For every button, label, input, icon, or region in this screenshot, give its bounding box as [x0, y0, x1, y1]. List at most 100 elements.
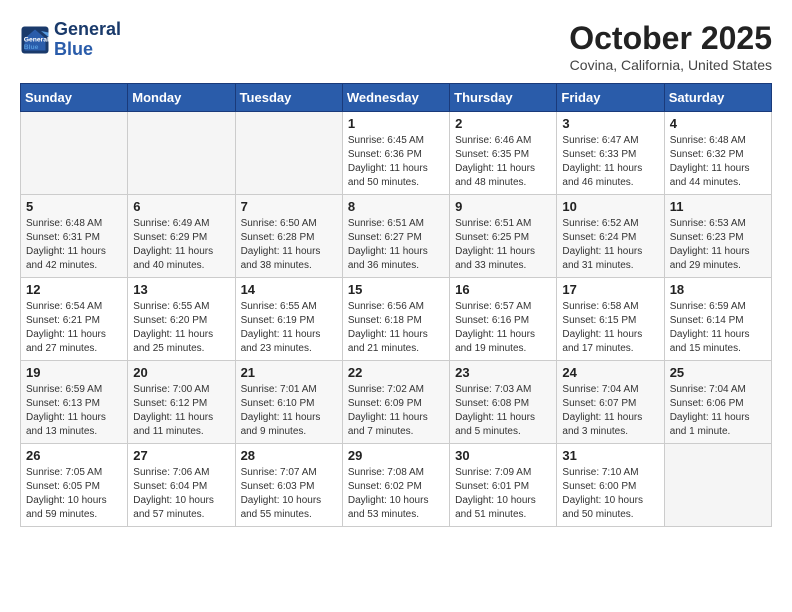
- day-info: Sunrise: 6:57 AM Sunset: 6:16 PM Dayligh…: [455, 300, 551, 356]
- calendar-cell: [128, 112, 235, 195]
- day-header-saturday: Saturday: [664, 84, 771, 112]
- day-info: Sunrise: 6:55 AM Sunset: 6:20 PM Dayligh…: [133, 300, 229, 356]
- calendar-cell: 8Sunrise: 6:51 AM Sunset: 6:27 PM Daylig…: [342, 195, 449, 278]
- day-number: 11: [670, 199, 766, 214]
- day-number: 23: [455, 365, 551, 380]
- calendar-cell: 14Sunrise: 6:55 AM Sunset: 6:19 PM Dayli…: [235, 278, 342, 361]
- day-info: Sunrise: 6:48 AM Sunset: 6:31 PM Dayligh…: [26, 217, 122, 273]
- title-block: October 2025 Covina, California, United …: [569, 20, 772, 73]
- day-info: Sunrise: 7:09 AM Sunset: 6:01 PM Dayligh…: [455, 466, 551, 522]
- day-header-sunday: Sunday: [21, 84, 128, 112]
- calendar-cell: 26 Sunrise: 7:05 AM Sunset: 6:05 PM Dayli…: [21, 444, 128, 527]
- logo-line1: General: [54, 20, 121, 40]
- week-row-1: 5 Sunrise: 6:48 AM Sunset: 6:31 PM Daylig…: [21, 195, 772, 278]
- page: General Blue General Blue October 2025 C…: [0, 0, 792, 612]
- day-header-monday: Monday: [128, 84, 235, 112]
- day-info: Sunrise: 6:48 AM Sunset: 6:32 PM Dayligh…: [670, 134, 766, 190]
- day-number: 12: [26, 282, 122, 297]
- day-number: 4: [670, 116, 766, 131]
- calendar-cell: 12Sunrise: 6:54 AM Sunset: 6:21 PM Dayli…: [21, 278, 128, 361]
- day-info: Sunrise: 7:02 AM Sunset: 6:09 PM Dayligh…: [348, 383, 444, 439]
- calendar-cell: 5 Sunrise: 6:48 AM Sunset: 6:31 PM Daylig…: [21, 195, 128, 278]
- day-info: Sunrise: 6:51 AM Sunset: 6:25 PM Dayligh…: [455, 217, 551, 273]
- day-number: 2: [455, 116, 551, 131]
- day-info: Sunrise: 7:04 AM Sunset: 6:07 PM Dayligh…: [562, 383, 658, 439]
- calendar-cell: 25 Sunrise: 7:04 AM Sunset: 6:06 PM Dayli…: [664, 361, 771, 444]
- calendar-cell: 24 Sunrise: 7:04 AM Sunset: 6:07 PM Dayli…: [557, 361, 664, 444]
- day-number: 3: [562, 116, 658, 131]
- day-info: Sunrise: 7:03 AM Sunset: 6:08 PM Dayligh…: [455, 383, 551, 439]
- day-info: Sunrise: 6:49 AM Sunset: 6:29 PM Dayligh…: [133, 217, 229, 273]
- calendar-cell: 1 Sunrise: 6:45 AM Sunset: 6:36 PM Daylig…: [342, 112, 449, 195]
- day-header-tuesday: Tuesday: [235, 84, 342, 112]
- day-number: 20: [133, 365, 229, 380]
- calendar-cell: 29Sunrise: 7:08 AM Sunset: 6:02 PM Dayli…: [342, 444, 449, 527]
- calendar-cell: 23 Sunrise: 7:03 AM Sunset: 6:08 PM Dayli…: [450, 361, 557, 444]
- day-number: 27: [133, 448, 229, 463]
- day-header-friday: Friday: [557, 84, 664, 112]
- day-info: Sunrise: 7:05 AM Sunset: 6:05 PM Dayligh…: [26, 466, 122, 522]
- day-number: 26: [26, 448, 122, 463]
- day-number: 10: [562, 199, 658, 214]
- day-info: Sunrise: 7:04 AM Sunset: 6:06 PM Dayligh…: [670, 383, 766, 439]
- day-number: 24: [562, 365, 658, 380]
- day-number: 6: [133, 199, 229, 214]
- day-info: Sunrise: 7:06 AM Sunset: 6:04 PM Dayligh…: [133, 466, 229, 522]
- logo-text: General Blue: [54, 20, 121, 60]
- logo: General Blue General Blue: [20, 20, 121, 60]
- day-number: 5: [26, 199, 122, 214]
- day-number: 30: [455, 448, 551, 463]
- svg-text:General: General: [24, 36, 49, 43]
- day-info: Sunrise: 6:59 AM Sunset: 6:13 PM Dayligh…: [26, 383, 122, 439]
- day-number: 25: [670, 365, 766, 380]
- day-number: 18: [670, 282, 766, 297]
- day-info: Sunrise: 6:46 AM Sunset: 6:35 PM Dayligh…: [455, 134, 551, 190]
- calendar-cell: 15 Sunrise: 6:56 AM Sunset: 6:18 PM Dayli…: [342, 278, 449, 361]
- day-header-wednesday: Wednesday: [342, 84, 449, 112]
- calendar-cell: 4 Sunrise: 6:48 AM Sunset: 6:32 PM Daylig…: [664, 112, 771, 195]
- calendar-cell: 18Sunrise: 6:59 AM Sunset: 6:14 PM Dayli…: [664, 278, 771, 361]
- calendar-cell: 27 Sunrise: 7:06 AM Sunset: 6:04 PM Dayli…: [128, 444, 235, 527]
- svg-text:Blue: Blue: [24, 44, 39, 51]
- calendar-cell: 3Sunrise: 6:47 AM Sunset: 6:33 PM Daylig…: [557, 112, 664, 195]
- day-number: 19: [26, 365, 122, 380]
- day-info: Sunrise: 6:56 AM Sunset: 6:18 PM Dayligh…: [348, 300, 444, 356]
- calendar-cell: 21Sunrise: 7:01 AM Sunset: 6:10 PM Dayli…: [235, 361, 342, 444]
- calendar-cell: [235, 112, 342, 195]
- logo-line2: Blue: [54, 40, 121, 60]
- day-number: 21: [241, 365, 337, 380]
- week-row-3: 19 Sunrise: 6:59 AM Sunset: 6:13 PM Dayli…: [21, 361, 772, 444]
- header: General Blue General Blue October 2025 C…: [20, 20, 772, 73]
- calendar-cell: 2 Sunrise: 6:46 AM Sunset: 6:35 PM Daylig…: [450, 112, 557, 195]
- day-number: 9: [455, 199, 551, 214]
- day-info: Sunrise: 6:45 AM Sunset: 6:36 PM Dayligh…: [348, 134, 444, 190]
- calendar-cell: [664, 444, 771, 527]
- calendar-cell: 13Sunrise: 6:55 AM Sunset: 6:20 PM Dayli…: [128, 278, 235, 361]
- day-info: Sunrise: 6:50 AM Sunset: 6:28 PM Dayligh…: [241, 217, 337, 273]
- calendar-cell: 31Sunrise: 7:10 AM Sunset: 6:00 PM Dayli…: [557, 444, 664, 527]
- calendar-cell: 11 Sunrise: 6:53 AM Sunset: 6:23 PM Dayli…: [664, 195, 771, 278]
- day-number: 8: [348, 199, 444, 214]
- day-number: 28: [241, 448, 337, 463]
- calendar-cell: 22 Sunrise: 7:02 AM Sunset: 6:09 PM Dayli…: [342, 361, 449, 444]
- week-row-4: 26 Sunrise: 7:05 AM Sunset: 6:05 PM Dayli…: [21, 444, 772, 527]
- calendar-cell: 6 Sunrise: 6:49 AM Sunset: 6:29 PM Daylig…: [128, 195, 235, 278]
- location: Covina, California, United States: [569, 57, 772, 73]
- day-number: 15: [348, 282, 444, 297]
- day-info: Sunrise: 6:53 AM Sunset: 6:23 PM Dayligh…: [670, 217, 766, 273]
- day-header-thursday: Thursday: [450, 84, 557, 112]
- day-info: Sunrise: 7:10 AM Sunset: 6:00 PM Dayligh…: [562, 466, 658, 522]
- calendar-cell: [21, 112, 128, 195]
- day-info: Sunrise: 7:07 AM Sunset: 6:03 PM Dayligh…: [241, 466, 337, 522]
- calendar-cell: 30 Sunrise: 7:09 AM Sunset: 6:01 PM Dayli…: [450, 444, 557, 527]
- days-header-row: SundayMondayTuesdayWednesdayThursdayFrid…: [21, 84, 772, 112]
- day-number: 1: [348, 116, 444, 131]
- day-info: Sunrise: 7:00 AM Sunset: 6:12 PM Dayligh…: [133, 383, 229, 439]
- calendar-cell: 9 Sunrise: 6:51 AM Sunset: 6:25 PM Daylig…: [450, 195, 557, 278]
- week-row-2: 12Sunrise: 6:54 AM Sunset: 6:21 PM Dayli…: [21, 278, 772, 361]
- day-info: Sunrise: 6:58 AM Sunset: 6:15 PM Dayligh…: [562, 300, 658, 356]
- day-info: Sunrise: 6:55 AM Sunset: 6:19 PM Dayligh…: [241, 300, 337, 356]
- day-number: 29: [348, 448, 444, 463]
- day-number: 7: [241, 199, 337, 214]
- day-number: 22: [348, 365, 444, 380]
